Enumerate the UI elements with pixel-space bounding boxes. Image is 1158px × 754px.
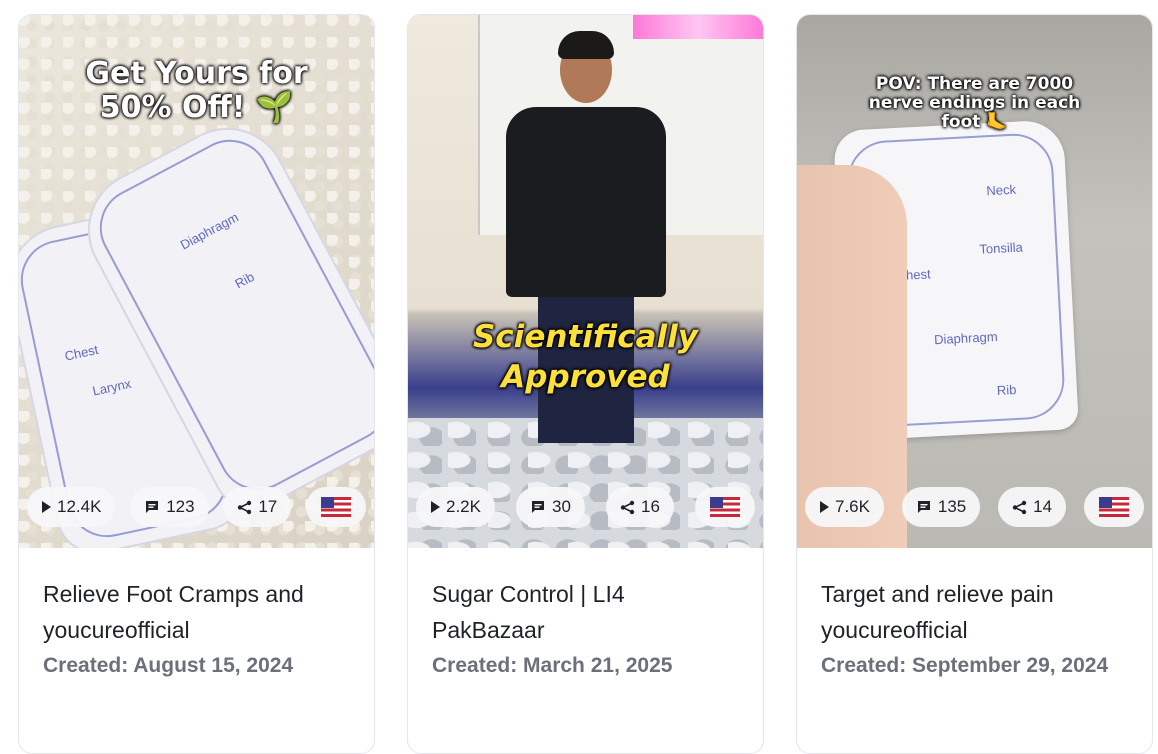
views-pill: 2.2K — [416, 487, 495, 527]
created-date: Created: March 21, 2025 — [432, 654, 673, 677]
card-info: Relieve Foot Cramps and youcureofficial … — [19, 548, 374, 684]
us-flag-icon — [1099, 497, 1129, 517]
country-pill — [1084, 487, 1144, 527]
play-icon — [431, 501, 440, 513]
shares-pill: 16 — [606, 487, 674, 527]
overlay-text: Get Yours for 50% Off! 🌱 — [85, 56, 308, 125]
views-pill: 7.6K — [805, 487, 884, 527]
created-date: Created: September 29, 2024 — [821, 654, 1109, 677]
us-flag-icon — [320, 497, 351, 517]
card-title[interactable]: Relieve Foot Cramps and — [43, 576, 350, 612]
video-card[interactable]: Scientifically Approved 2.2K 30 16 Sugar… — [407, 14, 764, 754]
comments-pill: 123 — [130, 487, 209, 527]
views-pill: 12.4K — [27, 487, 116, 527]
share-icon — [620, 500, 635, 514]
comments-count: 135 — [937, 497, 967, 516]
card-title[interactable]: Sugar Control | LI4 — [432, 576, 739, 612]
views-count: 7.6K — [835, 497, 870, 516]
play-icon — [820, 501, 829, 513]
sock-label: Neck — [985, 181, 1017, 199]
shares-pill: 14 — [998, 487, 1067, 527]
stats-bar: 2.2K 30 16 — [416, 487, 755, 527]
video-thumbnail[interactable]: Chest Tonsilla Neck Diaphragm Rib POV: T… — [797, 15, 1152, 548]
stats-bar: 12.4K 123 17 — [27, 487, 366, 527]
comments-count: 30 — [552, 497, 571, 516]
card-author[interactable]: youcureofficial — [821, 612, 1128, 648]
country-pill — [305, 487, 366, 527]
comment-icon — [532, 501, 545, 513]
shares-count: 14 — [1033, 497, 1053, 516]
country-pill — [694, 487, 755, 527]
comment-icon — [917, 501, 930, 513]
overlay-text: Scientifically Approved — [472, 319, 699, 395]
card-info: Sugar Control | LI4 PakBazaar Created: M… — [408, 548, 763, 684]
share-icon — [238, 500, 252, 514]
shares-count: 16 — [641, 497, 660, 516]
video-card[interactable]: Chest Tonsilla Neck Diaphragm Rib POV: T… — [796, 14, 1153, 754]
comments-pill: 135 — [901, 487, 981, 527]
shares-count: 17 — [258, 497, 278, 516]
comment-icon — [146, 501, 159, 513]
views-count: 2.2K — [446, 497, 481, 516]
video-card[interactable]: Chest Larynx Diaphragm Rib Get Yours for… — [18, 14, 375, 754]
video-thumbnail[interactable]: Scientifically Approved 2.2K 30 16 — [408, 15, 763, 548]
stats-bar: 7.6K 135 14 — [805, 487, 1144, 527]
sock-label: Tonsilla — [979, 239, 1024, 257]
card-info: Target and relieve pain youcureofficial … — [797, 548, 1152, 684]
comments-pill: 30 — [516, 487, 585, 527]
share-icon — [1012, 500, 1027, 514]
video-card-grid: Chest Larynx Diaphragm Rib Get Yours for… — [18, 14, 1153, 754]
video-thumbnail[interactable]: Chest Larynx Diaphragm Rib Get Yours for… — [19, 15, 374, 548]
card-author[interactable]: PakBazaar — [432, 612, 739, 648]
neon-light-image — [633, 15, 763, 39]
play-icon — [42, 501, 51, 513]
us-flag-icon — [709, 497, 740, 517]
card-author[interactable]: youcureofficial — [43, 612, 350, 648]
comments-count: 123 — [166, 497, 195, 516]
views-count: 12.4K — [57, 497, 102, 516]
card-title[interactable]: Target and relieve pain — [821, 576, 1128, 612]
overlay-text: POV: There are 7000 nerve endings in eac… — [868, 74, 1081, 132]
person-image — [506, 107, 666, 297]
sock-label: Rib — [996, 382, 1017, 399]
shares-pill: 17 — [223, 487, 292, 527]
created-date: Created: August 15, 2024 — [43, 654, 294, 677]
